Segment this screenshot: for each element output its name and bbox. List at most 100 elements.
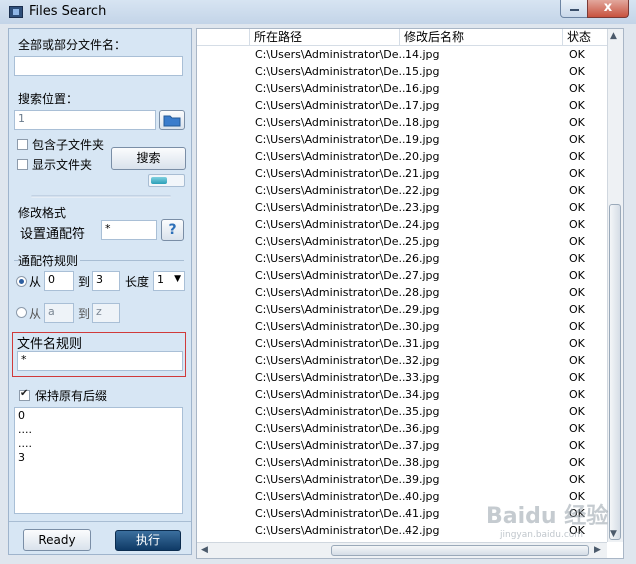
cell-new-name: 37.jpg xyxy=(405,439,440,452)
cell-path: C:\Users\Administrator\De... xyxy=(255,82,410,95)
cell-new-name: 29.jpg xyxy=(405,303,440,316)
table-row[interactable]: C:\Users\Administrator\De... 37.jpg OK xyxy=(197,437,607,454)
header-new-name[interactable]: 修改后名称 xyxy=(399,29,562,46)
table-row[interactable]: C:\Users\Administrator\De... 34.jpg OK xyxy=(197,386,607,403)
cell-new-name: 31.jpg xyxy=(405,337,440,350)
ready-button[interactable]: Ready xyxy=(23,529,91,551)
browse-folder-button[interactable] xyxy=(159,110,185,130)
cell-status: OK xyxy=(569,167,585,180)
show-folders-checkbox[interactable] xyxy=(17,159,28,170)
table-row[interactable]: C:\Users\Administrator\De... 29.jpg OK xyxy=(197,301,607,318)
cell-path: C:\Users\Administrator\De... xyxy=(255,439,410,452)
preview-textarea[interactable]: 0 .... .... 3 xyxy=(14,407,183,514)
cell-path: C:\Users\Administrator\De... xyxy=(255,507,410,520)
cell-new-name: 39.jpg xyxy=(405,473,440,486)
table-row[interactable]: C:\Users\Administrator\De... 14.jpg OK xyxy=(197,46,607,63)
execute-button[interactable]: 执行 xyxy=(115,530,181,551)
cell-new-name: 30.jpg xyxy=(405,320,440,333)
cell-status: OK xyxy=(569,48,585,61)
help-button[interactable]: ? xyxy=(161,219,184,241)
cell-new-name: 22.jpg xyxy=(405,184,440,197)
filename-rule-input[interactable]: * xyxy=(17,351,183,371)
horizontal-scroll-thumb[interactable] xyxy=(331,545,589,556)
to-alpha-input[interactable]: z xyxy=(92,303,120,323)
progress-fill xyxy=(151,177,167,184)
table-row[interactable]: C:\Users\Administrator\De... 25.jpg OK xyxy=(197,233,607,250)
cell-new-name: 15.jpg xyxy=(405,65,440,78)
cell-status: OK xyxy=(569,82,585,95)
table-row[interactable]: C:\Users\Administrator\De... 24.jpg OK xyxy=(197,216,607,233)
table-row[interactable]: C:\Users\Administrator\De... 38.jpg OK xyxy=(197,454,607,471)
cell-new-name: 40.jpg xyxy=(405,490,440,503)
table-row[interactable]: C:\Users\Administrator\De... 20.jpg OK xyxy=(197,148,607,165)
table-row[interactable]: C:\Users\Administrator\De... 36.jpg OK xyxy=(197,420,607,437)
range-numeric-radio[interactable] xyxy=(16,276,27,287)
header-status[interactable]: 状态 xyxy=(562,29,607,46)
cell-status: OK xyxy=(569,269,585,282)
cell-status: OK xyxy=(569,65,585,78)
cell-new-name: 25.jpg xyxy=(405,235,440,248)
cell-status: OK xyxy=(569,354,585,367)
table-row[interactable]: C:\Users\Administrator\De... 15.jpg OK xyxy=(197,63,607,80)
cell-new-name: 41.jpg xyxy=(405,507,440,520)
table-row[interactable]: C:\Users\Administrator\De... 18.jpg OK xyxy=(197,114,607,131)
table-row[interactable]: C:\Users\Administrator\De... 27.jpg OK xyxy=(197,267,607,284)
table-row[interactable]: C:\Users\Administrator\De... 16.jpg OK xyxy=(197,80,607,97)
minimize-button[interactable] xyxy=(560,0,588,18)
cell-path: C:\Users\Administrator\De... xyxy=(255,116,410,129)
header-path[interactable]: 所在路径 xyxy=(249,29,399,46)
cell-path: C:\Users\Administrator\De... xyxy=(255,303,410,316)
length-value: 1 xyxy=(157,273,164,286)
cell-new-name: 42.jpg xyxy=(405,524,440,537)
table-row[interactable]: C:\Users\Administrator\De... 22.jpg OK xyxy=(197,182,607,199)
from-alpha-input[interactable]: a xyxy=(44,303,74,323)
to-numeric-input[interactable]: 3 xyxy=(92,271,120,291)
scroll-left-icon[interactable]: ◀ xyxy=(201,545,208,555)
cell-status: OK xyxy=(569,286,585,299)
cell-path: C:\Users\Administrator\De... xyxy=(255,473,410,486)
scroll-right-icon[interactable]: ▶ xyxy=(594,545,601,555)
from-numeric-input[interactable]: 0 xyxy=(44,271,74,291)
table-row[interactable]: C:\Users\Administrator\De... 33.jpg OK xyxy=(197,369,607,386)
table-row[interactable]: C:\Users\Administrator\De... 30.jpg OK xyxy=(197,318,607,335)
splitter[interactable] xyxy=(31,195,171,198)
cell-status: OK xyxy=(569,473,585,486)
table-row[interactable]: C:\Users\Administrator\De... 23.jpg OK xyxy=(197,199,607,216)
close-button[interactable]: x xyxy=(587,0,629,18)
filename-input[interactable] xyxy=(14,56,183,76)
keep-extension-checkbox[interactable] xyxy=(19,388,30,401)
app-icon xyxy=(9,6,23,18)
wildcard-input[interactable]: * xyxy=(101,220,157,240)
search-button[interactable]: 搜索 xyxy=(111,147,186,170)
length-select[interactable]: 1 ▼ xyxy=(153,271,185,291)
table-row[interactable]: C:\Users\Administrator\De... 31.jpg OK xyxy=(197,335,607,352)
table-row[interactable]: C:\Users\Administrator\De... 28.jpg OK xyxy=(197,284,607,301)
results-grid[interactable]: 所在路径 修改后名称 状态 C:\Users\Administrator\De.… xyxy=(196,28,624,559)
table-row[interactable]: C:\Users\Administrator\De... 26.jpg OK xyxy=(197,250,607,267)
include-subfolders-label: 包含子文件夹 xyxy=(32,138,105,152)
folder-icon xyxy=(163,115,181,127)
table-row[interactable]: C:\Users\Administrator\De... 19.jpg OK xyxy=(197,131,607,148)
cell-path: C:\Users\Administrator\De... xyxy=(255,99,410,112)
location-input[interactable]: 1 xyxy=(14,110,156,130)
cell-status: OK xyxy=(569,218,585,231)
to-label-2: 到 xyxy=(78,307,91,321)
window-edge xyxy=(625,24,636,564)
cell-status: OK xyxy=(569,201,585,214)
table-row[interactable]: C:\Users\Administrator\De... 32.jpg OK xyxy=(197,352,607,369)
cell-path: C:\Users\Administrator\De... xyxy=(255,218,410,231)
scroll-up-icon[interactable]: ▲ xyxy=(610,31,617,41)
preview-line: 3 xyxy=(18,451,25,464)
range-alpha-radio[interactable] xyxy=(16,307,27,318)
cell-new-name: 35.jpg xyxy=(405,405,440,418)
preview-line: .... xyxy=(18,423,32,436)
table-row[interactable]: C:\Users\Administrator\De... 39.jpg OK xyxy=(197,471,607,488)
vertical-scroll-thumb[interactable] xyxy=(609,204,621,540)
cell-status: OK xyxy=(569,439,585,452)
table-row[interactable]: C:\Users\Administrator\De... 35.jpg OK xyxy=(197,403,607,420)
table-row[interactable]: C:\Users\Administrator\De... 17.jpg OK xyxy=(197,97,607,114)
include-subfolders-checkbox[interactable] xyxy=(17,139,28,150)
cell-status: OK xyxy=(569,303,585,316)
show-folders-label: 显示文件夹 xyxy=(32,158,93,172)
table-row[interactable]: C:\Users\Administrator\De... 21.jpg OK xyxy=(197,165,607,182)
